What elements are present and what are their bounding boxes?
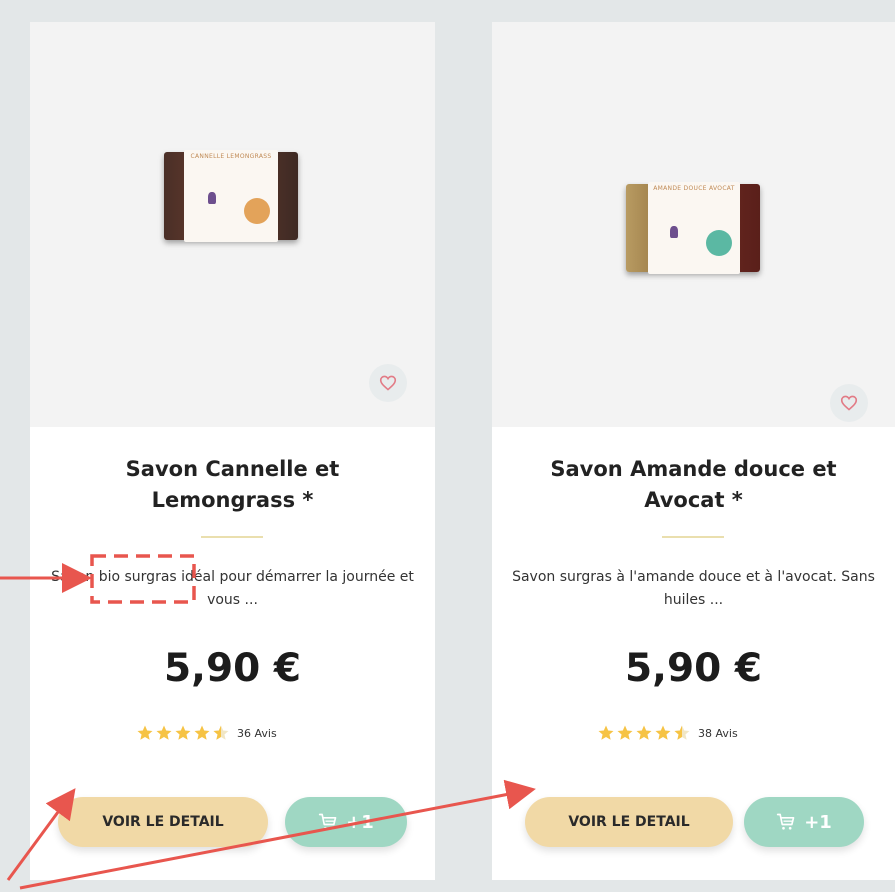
favorite-button[interactable] — [369, 364, 407, 402]
star-icon — [598, 725, 614, 740]
cart-icon — [777, 813, 795, 830]
product-title[interactable]: Savon Cannelle et Lemongrass * — [60, 454, 405, 516]
favorite-button[interactable] — [830, 384, 868, 422]
view-detail-button[interactable]: VOIR LE DETAIL — [58, 797, 268, 847]
add-to-cart-label: +1 — [346, 811, 374, 833]
reviews-number: 36 — [237, 726, 251, 740]
star-icon — [194, 725, 210, 740]
reviews-label: Avis — [715, 726, 738, 740]
star-rating — [597, 724, 691, 742]
star-icon — [636, 725, 652, 740]
add-to-cart-button[interactable]: +1 — [744, 797, 864, 847]
reviews-count: 38 Avis — [698, 727, 738, 740]
product-rating[interactable]: 38 Avis — [597, 724, 738, 742]
view-detail-button[interactable]: VOIR LE DETAIL — [525, 797, 733, 847]
product-description: Savon surgras à l'amande douce et à l'av… — [512, 569, 875, 608]
heart-outline-icon — [840, 395, 858, 411]
product-title[interactable]: Savon Amande douce et Avocat * — [522, 454, 865, 516]
product-description: Savon bio surgras idéal pour démarrer la… — [51, 569, 414, 608]
product-card: CANNELLE LEMONGRASS Savon Cannelle et Le… — [30, 22, 435, 880]
star-half-icon — [213, 725, 229, 740]
reviews-number: 38 — [698, 726, 712, 740]
product-image[interactable]: CANNELLE LEMONGRASS — [30, 22, 435, 427]
add-to-cart-label: +1 — [804, 811, 832, 833]
star-icon — [655, 725, 671, 740]
star-icon — [175, 725, 191, 740]
star-icon — [617, 725, 633, 740]
star-half-icon — [674, 725, 690, 740]
reviews-label: Avis — [254, 726, 277, 740]
heart-outline-icon — [379, 375, 397, 391]
soap-label-text: AMANDE DOUCE AVOCAT — [653, 185, 735, 192]
product-image[interactable]: AMANDE DOUCE AVOCAT — [492, 22, 895, 427]
title-divider — [662, 536, 724, 538]
star-icon — [156, 725, 172, 740]
title-divider — [201, 536, 263, 538]
reviews-count: 36 Avis — [237, 727, 277, 740]
star-rating — [136, 724, 230, 742]
soap-label-text: CANNELLE LEMONGRASS — [190, 153, 272, 160]
soap-bar-image: AMANDE DOUCE AVOCAT — [626, 182, 760, 274]
cart-icon — [319, 813, 337, 830]
product-card: AMANDE DOUCE AVOCAT Savon Amande douce e… — [492, 22, 895, 880]
product-price: 5,90 € — [625, 646, 762, 691]
product-rating[interactable]: 36 Avis — [136, 724, 277, 742]
soap-bar-image: CANNELLE LEMONGRASS — [164, 150, 298, 242]
add-to-cart-button[interactable]: +1 — [285, 797, 407, 847]
product-price: 5,90 € — [164, 646, 301, 691]
star-icon — [137, 725, 153, 740]
